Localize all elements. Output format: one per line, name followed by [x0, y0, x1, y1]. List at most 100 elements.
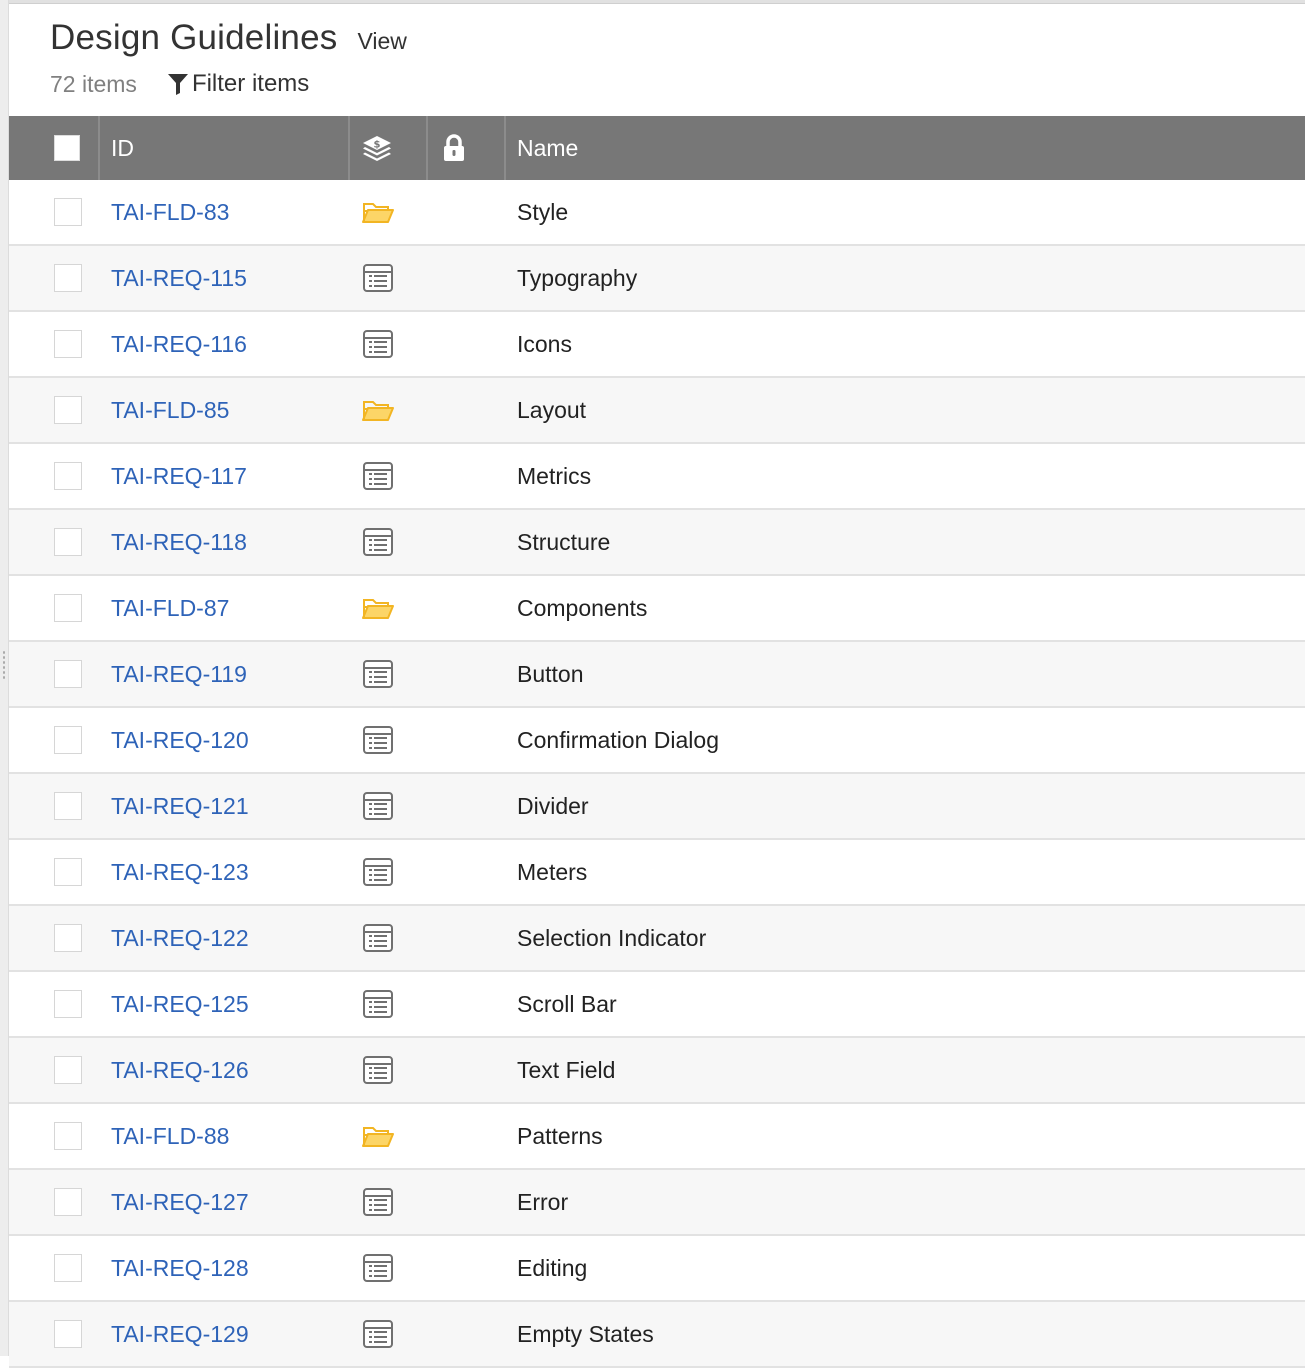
table-row[interactable]: TAI-REQ-129 Empty States [9, 1302, 1305, 1368]
item-id-link[interactable]: TAI-FLD-87 [111, 595, 229, 622]
select-all-checkbox[interactable] [53, 135, 80, 161]
id-cell: TAI-REQ-125 [100, 991, 350, 1018]
title-row: Design Guidelines View [50, 18, 1305, 62]
item-name: Error [517, 1188, 569, 1215]
table-row[interactable]: TAI-FLD-85 Layout [9, 378, 1305, 444]
row-checkbox[interactable] [53, 396, 82, 424]
table-row[interactable]: TAI-REQ-123 Meters [9, 840, 1305, 906]
column-header-name-label: Name [517, 134, 579, 161]
item-id-link[interactable]: TAI-REQ-122 [111, 925, 249, 952]
item-id-link[interactable]: TAI-REQ-121 [111, 793, 249, 820]
row-checkbox[interactable] [53, 990, 82, 1018]
row-checkbox[interactable] [53, 1056, 82, 1084]
requirement-icon [361, 1055, 395, 1085]
folder-icon [361, 197, 395, 227]
table-row[interactable]: TAI-REQ-116 Icons [9, 312, 1305, 378]
id-cell: TAI-REQ-117 [100, 463, 350, 490]
type-cell [350, 461, 428, 491]
row-checkbox[interactable] [53, 858, 82, 886]
item-name: Scroll Bar [517, 990, 617, 1017]
item-name: Structure [517, 528, 611, 555]
table-row[interactable]: TAI-REQ-121 Divider [9, 774, 1305, 840]
item-id-link[interactable]: TAI-REQ-119 [111, 661, 247, 688]
view-button[interactable]: View [357, 28, 406, 55]
name-cell: Style [506, 199, 1305, 226]
table-row[interactable]: TAI-REQ-122 Selection Indicator [9, 906, 1305, 972]
table-row[interactable]: TAI-REQ-128 Editing [9, 1236, 1305, 1302]
table-row[interactable]: TAI-FLD-87 Components [9, 576, 1305, 642]
row-checkbox[interactable] [53, 660, 82, 688]
column-header-lock[interactable] [428, 116, 506, 180]
row-checkbox[interactable] [53, 198, 82, 226]
row-checkbox[interactable] [53, 330, 82, 358]
table-row[interactable]: TAI-REQ-115 Typography [9, 246, 1305, 312]
id-cell: TAI-REQ-123 [100, 859, 350, 886]
table-row[interactable]: TAI-REQ-120 Confirmation Dialog [9, 708, 1305, 774]
row-checkbox[interactable] [53, 528, 82, 556]
item-id-link[interactable]: TAI-REQ-125 [111, 991, 249, 1018]
row-checkbox[interactable] [53, 726, 82, 754]
filter-items-button[interactable]: Filter items [167, 70, 309, 98]
row-check-cell [9, 1320, 100, 1348]
item-id-link[interactable]: TAI-FLD-88 [111, 1123, 229, 1150]
row-check-cell [9, 726, 100, 754]
row-checkbox[interactable] [53, 1254, 82, 1282]
resize-grip-icon[interactable] [2, 650, 6, 680]
id-cell: TAI-FLD-85 [100, 397, 350, 424]
grid-body: TAI-FLD-83 Style TAI-REQ-115 Typography TAI-… [9, 180, 1305, 1368]
item-id-link[interactable]: TAI-FLD-85 [111, 397, 229, 424]
item-id-link[interactable]: TAI-REQ-118 [111, 529, 247, 556]
table-row[interactable]: TAI-REQ-119 Button [9, 642, 1305, 708]
requirement-icon [361, 725, 395, 755]
name-cell: Button [506, 661, 1305, 688]
table-row[interactable]: TAI-REQ-127 Error [9, 1170, 1305, 1236]
item-id-link[interactable]: TAI-REQ-127 [111, 1189, 249, 1216]
row-check-cell [9, 264, 100, 292]
table-row[interactable]: TAI-REQ-118 Structure [9, 510, 1305, 576]
type-cell [350, 395, 428, 425]
name-cell: Scroll Bar [506, 991, 1305, 1018]
row-checkbox[interactable] [53, 594, 82, 622]
table-row[interactable]: TAI-REQ-117 Metrics [9, 444, 1305, 510]
id-cell: TAI-FLD-83 [100, 199, 350, 226]
row-checkbox[interactable] [53, 1122, 82, 1150]
row-checkbox[interactable] [53, 1188, 82, 1216]
row-checkbox[interactable] [53, 264, 82, 292]
table-row[interactable]: TAI-FLD-88 Patterns [9, 1104, 1305, 1170]
row-checkbox[interactable] [53, 1320, 82, 1348]
id-cell: TAI-FLD-87 [100, 595, 350, 622]
item-id-link[interactable]: TAI-REQ-129 [111, 1321, 249, 1348]
item-id-link[interactable]: TAI-FLD-83 [111, 199, 229, 226]
item-id-link[interactable]: TAI-REQ-117 [111, 463, 247, 490]
stack-icon: $ [363, 136, 391, 161]
row-checkbox[interactable] [53, 924, 82, 952]
item-name: Empty States [517, 1320, 654, 1347]
row-check-cell [9, 462, 100, 490]
row-check-cell [9, 660, 100, 688]
table-row[interactable]: TAI-REQ-126 Text Field [9, 1038, 1305, 1104]
table-row[interactable]: TAI-REQ-125 Scroll Bar [9, 972, 1305, 1038]
item-id-link[interactable]: TAI-REQ-115 [111, 265, 247, 292]
toolbar: 72 items Filter items [50, 66, 1305, 102]
id-cell: TAI-REQ-116 [100, 331, 350, 358]
lock-icon [444, 134, 464, 161]
item-id-link[interactable]: TAI-REQ-126 [111, 1057, 249, 1084]
row-check-cell [9, 924, 100, 952]
row-checkbox[interactable] [53, 462, 82, 490]
table-row[interactable]: TAI-FLD-83 Style [9, 180, 1305, 246]
row-check-cell [9, 1056, 100, 1084]
item-id-link[interactable]: TAI-REQ-120 [111, 727, 249, 754]
select-all-cell [9, 116, 100, 180]
page-title: Design Guidelines [50, 18, 338, 57]
row-checkbox[interactable] [53, 792, 82, 820]
item-id-link[interactable]: TAI-REQ-128 [111, 1255, 249, 1282]
type-cell [350, 1253, 428, 1283]
item-id-link[interactable]: TAI-REQ-116 [111, 331, 247, 358]
requirement-icon [361, 1187, 395, 1217]
column-header-name[interactable]: Name [506, 116, 1305, 180]
column-header-type[interactable]: $ [350, 116, 428, 180]
name-cell: Patterns [506, 1123, 1305, 1150]
requirement-icon [361, 263, 395, 293]
item-id-link[interactable]: TAI-REQ-123 [111, 859, 249, 886]
column-header-id[interactable]: ID [100, 116, 350, 180]
